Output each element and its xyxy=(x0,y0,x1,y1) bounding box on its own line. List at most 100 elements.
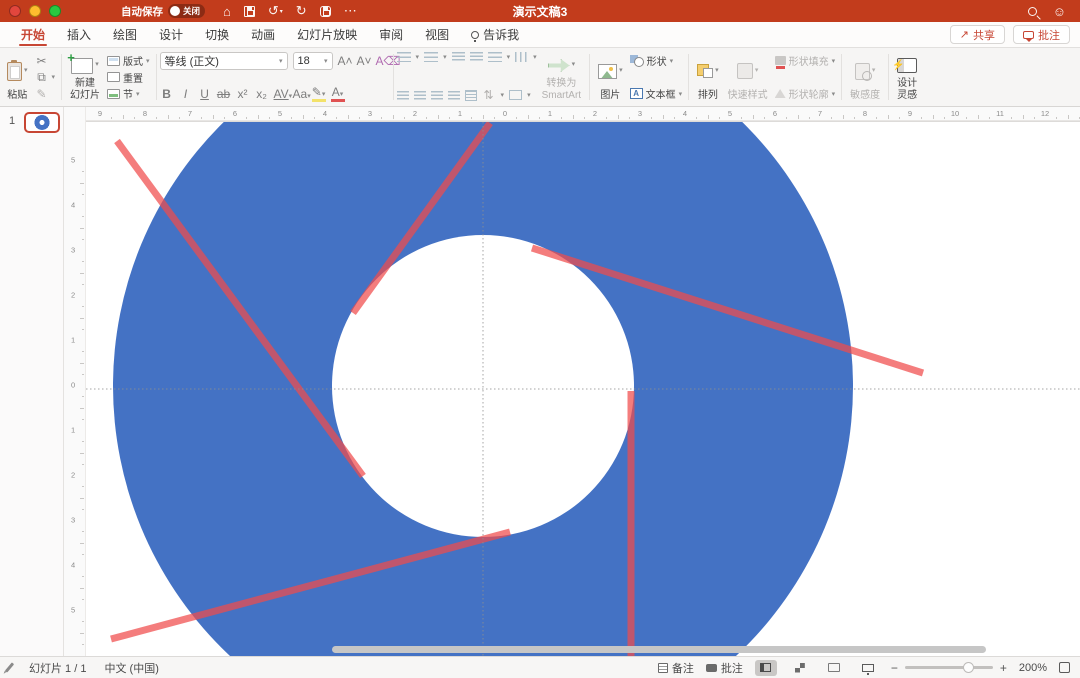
shape-fill-button[interactable]: 形状填充▾ xyxy=(775,53,836,68)
draw-status-icon[interactable] xyxy=(5,662,14,672)
save-icon[interactable] xyxy=(244,6,255,17)
design-ideas-button[interactable]: 设计灵感 xyxy=(895,52,919,102)
bullets-icon[interactable] xyxy=(397,52,411,62)
increase-font-size-button[interactable]: A˄ xyxy=(338,54,352,68)
status-comments-button[interactable]: 批注 xyxy=(706,660,743,676)
tab-设计[interactable]: 设计 xyxy=(148,22,194,47)
home-icon[interactable]: ⌂ xyxy=(223,4,231,19)
autosave-control[interactable]: 自动保存 关闭 xyxy=(121,4,205,19)
clipboard-group: ▾ 粘贴 ✂ ⧉▾ ✎ xyxy=(2,51,58,103)
horizontal-scrollbar[interactable] xyxy=(332,646,986,653)
paste-button[interactable]: ▾ 粘贴 xyxy=(5,52,30,102)
slide-thumbnail[interactable] xyxy=(24,112,60,133)
tab-切换[interactable]: 切换 xyxy=(194,22,240,47)
print-icon[interactable] xyxy=(320,6,331,17)
numbering-icon[interactable] xyxy=(424,52,438,62)
redo-icon[interactable]: ↻ xyxy=(296,3,307,19)
sensitivity-label: 敏感度 xyxy=(850,90,880,102)
zoom-slider[interactable] xyxy=(905,666,993,669)
minimize-window-button[interactable] xyxy=(29,5,41,17)
font-name-combobox[interactable]: 等线 (正文)▾ xyxy=(160,52,288,70)
more-commands-icon[interactable]: ⋯ xyxy=(344,3,357,19)
close-window-button[interactable] xyxy=(9,5,21,17)
underline-button[interactable]: U xyxy=(198,87,212,101)
arrange-button[interactable]: ▾ 排列 xyxy=(695,52,721,102)
font-color-button[interactable]: A▾ xyxy=(331,85,345,102)
subscript-button[interactable]: x₂ xyxy=(255,87,269,101)
tab-幻灯片放映[interactable]: 幻灯片放映 xyxy=(286,22,368,47)
slideshow-button[interactable] xyxy=(857,660,879,676)
tab-审阅[interactable]: 审阅 xyxy=(368,22,414,47)
zoom-slider-knob[interactable] xyxy=(963,662,974,673)
align-right-icon[interactable] xyxy=(431,91,443,100)
section-button[interactable]: 节▾ xyxy=(107,86,150,101)
format-painter-button[interactable]: ✎ xyxy=(35,86,56,101)
smartart-icon xyxy=(548,59,570,72)
quick-styles-button[interactable]: ▾ 快速样式 xyxy=(726,52,770,102)
line-spacing-icon[interactable] xyxy=(488,52,502,62)
feedback-smiley-icon[interactable]: ☺ xyxy=(1053,4,1066,19)
v-ruler-label: 0 xyxy=(71,381,75,390)
shapes-button[interactable]: 形状▾ xyxy=(630,53,683,68)
reading-view-button[interactable] xyxy=(823,660,845,676)
slide-sorter-button[interactable] xyxy=(789,660,811,676)
search-icon[interactable] xyxy=(1028,4,1037,19)
character-spacing-button[interactable]: AV▾ xyxy=(274,87,288,101)
strikethrough-button[interactable]: ab xyxy=(217,87,231,101)
text-direction-icon[interactable]: ⇅ xyxy=(482,88,496,102)
font-size-combobox[interactable]: 18▾ xyxy=(293,52,333,70)
undo-icon[interactable]: ↺▾ xyxy=(268,3,283,19)
zoom-level[interactable]: 200% xyxy=(1019,662,1047,674)
design-ideas-label-2: 灵感 xyxy=(897,90,917,101)
layout-button[interactable]: 版式▾ xyxy=(107,53,150,68)
share-button[interactable]: ↗ 共享 xyxy=(950,25,1005,44)
convert-to-smartart-button[interactable]: ▾ 转换为SmartArt xyxy=(540,52,583,102)
zoom-window-button[interactable] xyxy=(49,5,61,17)
reset-button[interactable]: 重置 xyxy=(107,70,150,85)
h-ruler-label: 7 xyxy=(188,109,192,118)
align-text-icon[interactable] xyxy=(509,90,522,100)
sensitivity-icon xyxy=(855,63,870,80)
align-center-icon[interactable] xyxy=(414,91,426,100)
tab-开始[interactable]: 开始 xyxy=(10,22,56,47)
cut-button[interactable]: ✂ xyxy=(35,53,56,68)
decrease-indent-icon[interactable] xyxy=(452,52,465,62)
textbox-button[interactable]: A文本框▾ xyxy=(630,86,683,101)
h-ruler-label: 9 xyxy=(908,109,912,118)
comments-button[interactable]: 批注 xyxy=(1013,25,1070,44)
fullscreen-icon[interactable] xyxy=(1059,662,1070,673)
zoom-in-button[interactable]: + xyxy=(1000,661,1007,675)
bold-button[interactable]: B xyxy=(160,87,174,101)
tab-绘图[interactable]: 绘图 xyxy=(102,22,148,47)
zoom-out-button[interactable]: − xyxy=(891,661,898,675)
superscript-button[interactable]: x² xyxy=(236,87,250,101)
tab-动画[interactable]: 动画 xyxy=(240,22,286,47)
normal-view-button[interactable] xyxy=(755,660,777,676)
tab-告诉我[interactable]: 告诉我 xyxy=(460,22,530,47)
distribute-icon[interactable] xyxy=(465,90,477,101)
italic-button[interactable]: I xyxy=(179,87,193,101)
tab-插入[interactable]: 插入 xyxy=(56,22,102,47)
decrease-font-size-button[interactable]: A˅ xyxy=(357,54,371,68)
sensitivity-button[interactable]: ▾ 敏感度 xyxy=(848,52,882,102)
slide-canvas[interactable] xyxy=(86,121,1080,656)
reading-view-icon xyxy=(828,663,840,672)
tab-视图[interactable]: 视图 xyxy=(414,22,460,47)
picture-button[interactable]: ▾ 图片 xyxy=(596,52,625,102)
shape-outline-button[interactable]: 形状轮廓▾ xyxy=(775,86,836,101)
columns-icon[interactable] xyxy=(515,52,528,62)
align-left-icon[interactable] xyxy=(397,91,409,100)
clear-formatting-button[interactable]: A⌫ xyxy=(376,54,390,68)
slide-sorter-icon xyxy=(795,663,805,673)
ribbon: ▾ 粘贴 ✂ ⧉▾ ✎ ▾ 新建幻灯片 版式▾ 重置 节▾ xyxy=(0,48,1080,107)
increase-indent-icon[interactable] xyxy=(470,52,483,62)
autosave-toggle[interactable]: 关闭 xyxy=(168,4,205,18)
new-slide-button[interactable]: ▾ 新建幻灯片 xyxy=(68,52,102,102)
copy-button[interactable]: ⧉▾ xyxy=(35,70,56,85)
notes-button[interactable]: 备注 xyxy=(658,660,694,676)
change-case-button[interactable]: Aa▾ xyxy=(293,87,307,101)
highlight-color-button[interactable]: ✎▾ xyxy=(312,85,326,102)
language-status[interactable]: 中文 (中国) xyxy=(104,660,158,676)
slide-thumbnail-panel[interactable]: 1 xyxy=(0,107,64,656)
justify-icon[interactable] xyxy=(448,91,460,100)
